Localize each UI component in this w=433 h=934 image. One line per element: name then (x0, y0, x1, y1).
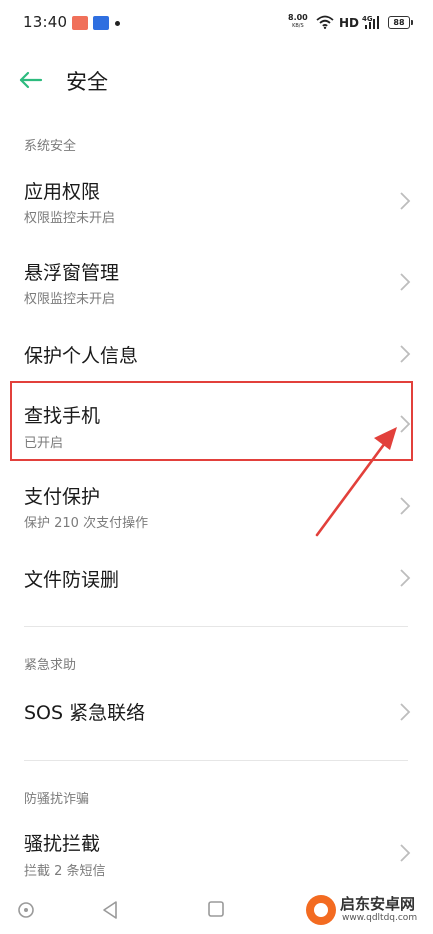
chevron-right-icon (400, 192, 411, 210)
chevron-right-icon (400, 273, 411, 291)
list-item-harassment-block[interactable]: 骚扰拦截 拦截 2 条短信 (0, 822, 433, 886)
item-title: 悬浮窗管理 (24, 262, 120, 284)
back-arrow-icon[interactable] (17, 66, 45, 94)
status-bar: 13:40 8.00 KB/S HD 4G 88 (0, 0, 433, 46)
list-item-floating-window[interactable]: 悬浮窗管理 权限监控未开启 (0, 249, 433, 321)
back-triangle-icon[interactable] (101, 900, 119, 920)
chevron-right-icon (400, 844, 411, 862)
wifi-icon (316, 15, 334, 29)
network-speed: 8.00 KB/S (288, 14, 308, 30)
battery-icon: 88 (388, 16, 413, 29)
item-subtitle: 权限监控未开启 (24, 292, 116, 307)
watermark-name: 启东安卓网 (340, 895, 416, 913)
divider (24, 626, 408, 627)
item-title: 应用权限 (24, 181, 101, 203)
watermark-url: www.qdltdq.com (342, 913, 418, 923)
chevron-right-icon (400, 569, 411, 587)
circle-nav-icon[interactable] (17, 901, 35, 919)
annotation-arrow-icon (315, 427, 397, 537)
list-item-app-permissions[interactable]: 应用权限 权限监控未开启 (0, 168, 433, 240)
list-item-file-deletion-protection[interactable]: 文件防误删 (0, 554, 433, 604)
list-item-protect-personal-info[interactable]: 保护个人信息 (0, 330, 433, 380)
item-subtitle: 保护 210 次支付操作 (24, 516, 149, 531)
network-type-label: HD (339, 16, 360, 30)
chevron-right-icon (400, 345, 411, 363)
status-time: 13:40 (23, 13, 68, 31)
item-title: 文件防误删 (24, 569, 120, 591)
signal-icon: 4G (362, 15, 379, 29)
chevron-right-icon (400, 703, 411, 721)
network-speed-value: 8.00 (288, 13, 308, 22)
notification-app-icon (93, 16, 109, 30)
item-title: 骚扰拦截 (24, 833, 101, 855)
section-header-emergency: 紧急求助 (24, 658, 77, 673)
notification-app-icon (72, 16, 88, 30)
item-subtitle: 权限监控未开启 (24, 211, 116, 226)
section-header-system-security: 系统安全 (24, 139, 77, 154)
section-header-anti-harassment: 防骚扰诈骗 (24, 792, 90, 807)
item-subtitle: 拦截 2 条短信 (24, 864, 106, 879)
battery-level: 88 (393, 18, 405, 27)
item-title: 支付保护 (24, 486, 101, 508)
page-title: 安全 (66, 70, 108, 94)
network-speed-unit: KB/S (292, 23, 304, 29)
item-title: 保护个人信息 (24, 345, 139, 367)
title-bar: 安全 (0, 56, 433, 104)
home-square-icon[interactable] (207, 900, 225, 918)
list-item-sos-contact[interactable]: SOS 紧急联络 (0, 686, 433, 738)
signal-label: 4G (362, 15, 373, 23)
watermark-logo-icon (306, 895, 336, 925)
item-title: SOS 紧急联络 (24, 702, 146, 724)
watermark: 启东安卓网 www.qdltdq.com (298, 891, 428, 931)
notification-dot (115, 21, 120, 26)
divider (24, 760, 408, 761)
